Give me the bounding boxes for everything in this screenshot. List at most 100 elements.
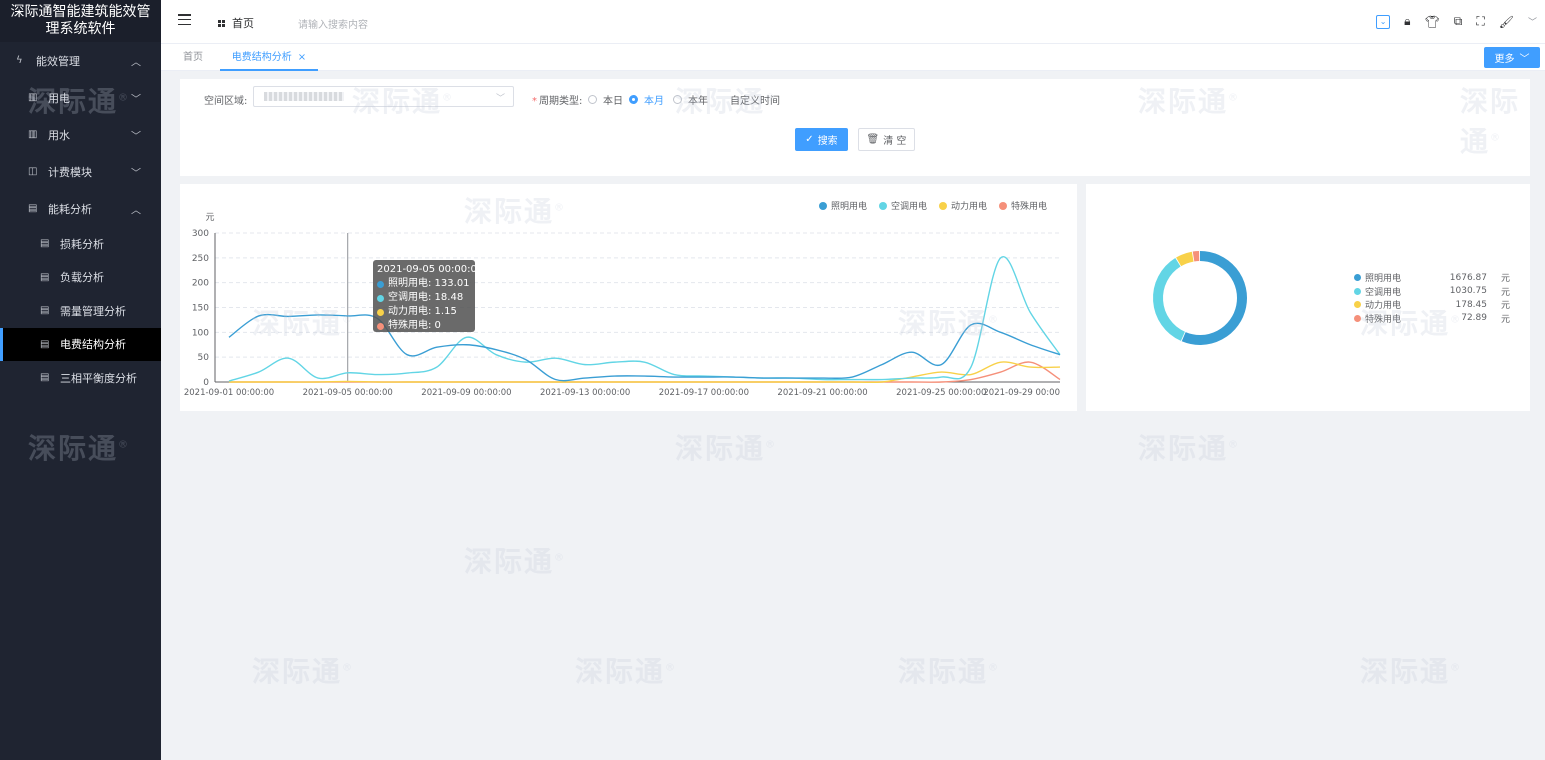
sidebar-item-loss-analysis[interactable]: ▤ 损耗分析 bbox=[0, 227, 161, 261]
more-button[interactable]: 更多 ﹀ bbox=[1484, 47, 1540, 68]
pie-legend-row[interactable]: 特殊用电 72.89 元 bbox=[1354, 312, 1510, 326]
watermark: 深际通® bbox=[1360, 655, 1463, 688]
breadcrumb[interactable]: 首页 bbox=[218, 15, 254, 31]
radio-label: 本年 bbox=[688, 96, 708, 107]
legend-unit: 元 bbox=[1501, 274, 1511, 285]
legend-unit: 元 bbox=[1501, 301, 1511, 312]
legend-label: 特殊用电 bbox=[1010, 202, 1047, 212]
series-line bbox=[228, 313, 1061, 382]
document-icon: ▤ bbox=[40, 271, 50, 283]
tooltip-swatch bbox=[377, 280, 384, 288]
donut-slice bbox=[1181, 251, 1247, 345]
radio-custom[interactable]: 自定义时间 bbox=[730, 92, 780, 107]
legend-value: 178.45 bbox=[1455, 299, 1488, 310]
x-tick-label: 2021-09-09 00:00:00 bbox=[421, 388, 511, 398]
tooltip-text: 照明用电: 133.01 bbox=[388, 278, 470, 289]
legend-value: 1676.87 bbox=[1449, 272, 1487, 283]
tooltip-swatch bbox=[377, 322, 384, 330]
radio-label: 本月 bbox=[644, 96, 664, 107]
area-select[interactable]: ﹀ bbox=[253, 86, 514, 107]
document-icon: ▤ bbox=[28, 203, 38, 214]
chevron-down-icon[interactable]: ⌄ bbox=[1376, 14, 1391, 29]
radio-circle bbox=[629, 95, 638, 104]
legend-item-lighting[interactable]: 照明用电 bbox=[818, 199, 867, 212]
check-icon: ✓ bbox=[805, 134, 814, 145]
more-label: 更多 bbox=[1494, 54, 1515, 65]
legend-item-aircon[interactable]: 空调用电 bbox=[878, 199, 927, 212]
tooltip-row: 照明用电: 133.01 bbox=[377, 277, 471, 291]
sidebar-item-water[interactable]: ▥ 用水 ﹀ bbox=[0, 116, 161, 153]
chevron-down-icon: ﹀ bbox=[131, 131, 141, 142]
translate-icon[interactable]: ⧉ bbox=[1454, 14, 1463, 29]
sidebar-item-billing[interactable]: ◫ 计费模块 ﹀ bbox=[0, 153, 161, 190]
tab-label: 电费结构分析 bbox=[231, 52, 292, 63]
sidebar-item-consumption-analysis[interactable]: ▤ 能耗分析 ︿ bbox=[0, 190, 161, 227]
bar-chart-icon: ▥ bbox=[28, 129, 38, 140]
search-button[interactable]: ✓ 搜索 bbox=[795, 128, 848, 151]
breadcrumb-home[interactable]: 首页 bbox=[232, 15, 254, 31]
tab-fee-structure[interactable]: 电费结构分析 × bbox=[220, 44, 318, 71]
legend-swatch bbox=[1354, 287, 1361, 295]
radio-day[interactable]: 本日 bbox=[588, 92, 623, 107]
legend-item-special[interactable]: 特殊用电 bbox=[998, 199, 1047, 212]
radio-circle bbox=[588, 95, 597, 104]
x-tick-label: 2021-09-01 00:00:00 bbox=[184, 388, 274, 398]
tab-home[interactable]: 首页 bbox=[183, 44, 203, 71]
clear-button[interactable]: 🗑︎ 清 空 bbox=[858, 128, 915, 151]
document-icon: ▤ bbox=[40, 305, 50, 317]
y-tick-label: 0 bbox=[203, 378, 209, 388]
lightning-icon: ϟ bbox=[16, 55, 23, 66]
legend-item-power[interactable]: 动力用电 bbox=[938, 199, 987, 212]
legend-swatch bbox=[1354, 274, 1361, 282]
top-header: 首页 请输入搜索内容 ⌄ 🔒︎ 👕︎ ⧉ ⛶ 🖌︎ ﹀ bbox=[161, 0, 1545, 44]
hamburger-icon[interactable] bbox=[178, 14, 191, 25]
sidebar-item-three-phase[interactable]: ▤ 三相平衡度分析 bbox=[0, 361, 161, 395]
y-tick-label: 150 bbox=[192, 304, 209, 314]
legend-unit: 元 bbox=[1501, 287, 1511, 298]
sidebar-item-energy-management[interactable]: ϟ 能效管理 ︿ bbox=[0, 42, 161, 79]
sidebar-item-fee-structure[interactable]: ▤ 电费结构分析 bbox=[0, 327, 161, 361]
sidebar: 深际通智能建筑能效管理系统软件 ϟ 能效管理 ︿ ▥ 用电 ﹀ ▥ 用水 ﹀ ◫… bbox=[0, 0, 161, 760]
tooltip-text: 特殊用电: 0 bbox=[388, 320, 441, 331]
y-tick-label: 50 bbox=[198, 353, 210, 363]
chart-tooltip: 2021-09-05 00:00:00 照明用电: 133.01 空调用电: 1… bbox=[373, 260, 483, 332]
sidebar-item-label: 能耗分析 bbox=[48, 202, 92, 216]
line-legend: 照明用电 空调用电 动力用电 特殊用电 bbox=[818, 199, 1047, 212]
watermark: 深际通® bbox=[1138, 432, 1241, 465]
chevron-down-icon[interactable]: ﹀ bbox=[1528, 15, 1537, 28]
radio-month[interactable]: 本月 bbox=[629, 92, 664, 107]
search-input[interactable]: 请输入搜索内容 bbox=[298, 16, 368, 31]
close-icon[interactable]: × bbox=[298, 52, 306, 63]
pie-legend-row[interactable]: 空调用电 1030.75 元 bbox=[1354, 285, 1510, 299]
tab-bar: 首页 电费结构分析 × 更多 ﹀ bbox=[161, 44, 1545, 71]
search-button-label: 搜索 bbox=[817, 136, 838, 147]
radio-label: 本日 bbox=[603, 96, 623, 107]
x-tick-label: 2021-09-25 00:00:00 bbox=[896, 388, 986, 398]
sidebar-item-electricity[interactable]: ▥ 用电 ﹀ bbox=[0, 79, 161, 116]
y-axis-label: 元 bbox=[205, 213, 214, 223]
lock-icon[interactable]: 🔒︎ bbox=[1404, 14, 1410, 29]
legend-swatch bbox=[938, 201, 947, 210]
pie-legend-row[interactable]: 动力用电 178.45 元 bbox=[1354, 298, 1510, 312]
sidebar-item-load-analysis[interactable]: ▤ 负载分析 bbox=[0, 261, 161, 295]
legend-swatch bbox=[998, 201, 1007, 210]
donut-slice bbox=[1153, 258, 1186, 341]
sidebar-item-demand-analysis[interactable]: ▤ 需量管理分析 bbox=[0, 294, 161, 328]
legend-swatch bbox=[878, 201, 887, 210]
shirt-icon[interactable]: 👕︎ bbox=[1425, 15, 1440, 29]
radio-year[interactable]: 本年 bbox=[673, 92, 708, 107]
tooltip-row: 动力用电: 1.15 bbox=[377, 305, 471, 319]
legend-label: 照明用电 bbox=[1365, 274, 1402, 285]
pie-legend-row[interactable]: 照明用电 1676.87 元 bbox=[1354, 271, 1510, 285]
brush-icon[interactable]: 🖌︎ bbox=[1499, 15, 1514, 29]
sidebar-item-label: 三相平衡度分析 bbox=[60, 371, 137, 385]
pie-chart-card: 照明用电 1676.87 元 空调用电 1030.75 元 动力用电 178.45 元 特殊… bbox=[1086, 184, 1530, 411]
watermark: 深际通® bbox=[464, 545, 567, 578]
fullscreen-icon[interactable]: ⛶ bbox=[1476, 14, 1484, 29]
radio-circle bbox=[673, 95, 682, 104]
y-tick-label: 200 bbox=[192, 279, 209, 289]
legend-swatch bbox=[818, 201, 827, 210]
sidebar-item-label: 损耗分析 bbox=[60, 237, 104, 251]
tooltip-swatch bbox=[377, 294, 384, 302]
sidebar-item-label: 电费结构分析 bbox=[60, 338, 126, 352]
